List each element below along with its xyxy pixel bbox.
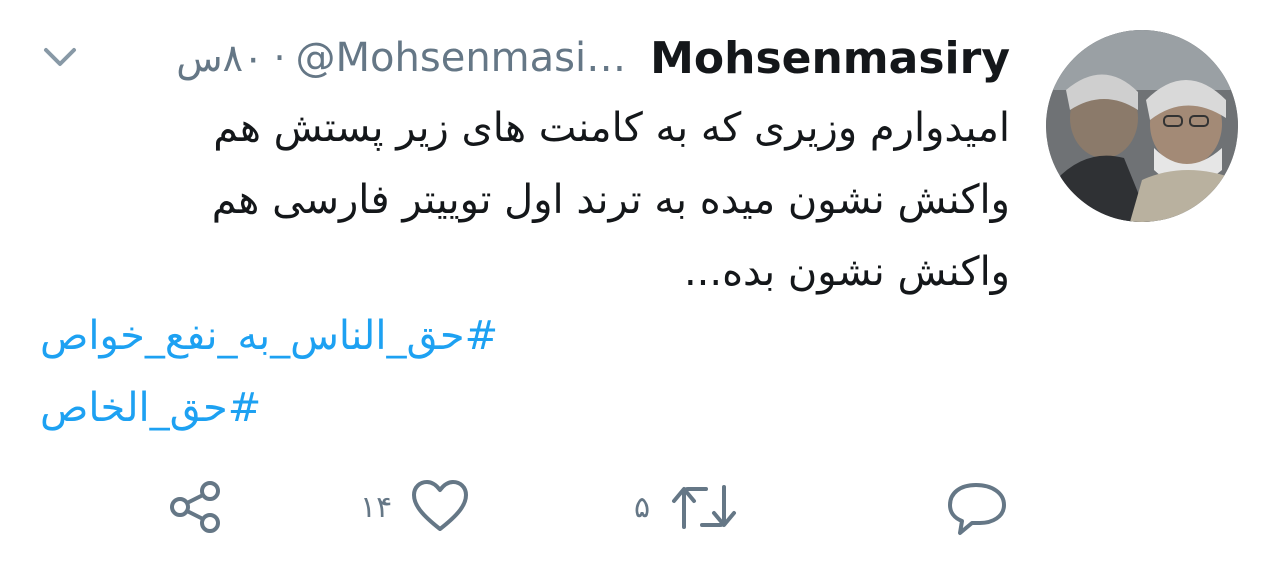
retweet-icon [672,485,737,529]
chevron-down-icon[interactable] [42,44,78,70]
hashtag-list: #حق_الناس_به_نفع_خواص #حق_الخاص [40,300,740,444]
share-button[interactable] [166,472,244,542]
tweet-header: ۸۰س · @Mohsenmasi… Mohsenmasiry [40,30,1010,86]
like-count: ۱۴ [360,489,393,525]
author-name[interactable]: Mohsenmasiry [650,33,1010,84]
share-icon [170,481,220,533]
author-handle[interactable]: @Mohsenmasi… [296,35,627,81]
heart-icon [412,480,469,531]
like-button[interactable]: ۱۴ [360,472,470,542]
tweet-actions: ۱۴ ۵ [0,472,1280,542]
tweet-meta: ۸۰س · @Mohsenmasi… Mohsenmasiry [176,30,1010,86]
tweet-text-line: واکنش نشون میده به ترند اول توییتر فارسی… [211,177,1010,223]
tweet-text-line: واکنش نشون بده... [683,249,1010,295]
retweet-button[interactable]: ۵ [634,472,740,542]
hashtag-link[interactable]: #حق_الخاص [40,372,261,444]
avatar-photo [1046,30,1238,222]
retweet-count: ۵ [634,489,651,525]
tweet-text: امیدوارم وزیری که به کامنت های زیر پستش … [90,92,1010,308]
avatar[interactable] [1046,30,1238,222]
reply-icon [948,483,1006,535]
hashtag-link[interactable]: #حق_الناس_به_نفع_خواص [40,300,498,372]
meta-separator: · [273,36,286,80]
tweet-text-line: امیدوارم وزیری که به کامنت های زیر پستش … [213,105,1010,151]
reply-button[interactable] [946,472,1026,542]
tweet-time[interactable]: ۸۰س [176,36,263,80]
